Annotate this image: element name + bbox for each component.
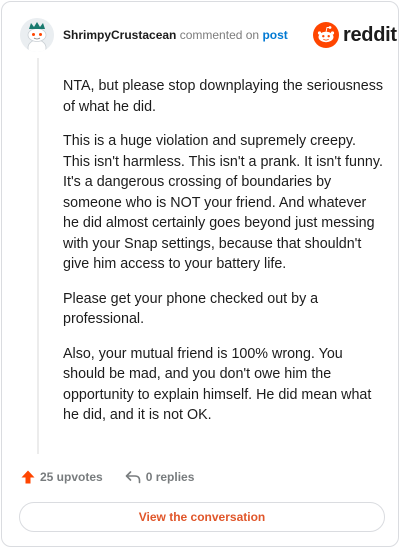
user-avatar[interactable] (20, 18, 54, 52)
thread-line[interactable] (37, 58, 39, 454)
replies-button[interactable]: 0 replies (125, 470, 195, 484)
reply-arrow-icon (125, 471, 141, 484)
comment-header: ShrimpyCrustacean commented on post (63, 28, 288, 42)
upvote-arrow-icon (21, 470, 35, 484)
reddit-wordmark: reddit (343, 23, 397, 46)
reply-count: 0 replies (145, 470, 195, 484)
embedded-comment-card: ShrimpyCrustacean commented on post redd… (1, 1, 399, 547)
reddit-alien-icon (313, 22, 339, 48)
comment-paragraph: Also, your mutual friend is 100% wrong. … (63, 345, 372, 424)
comment-paragraph: This is a huge violation and supremely c… (63, 133, 383, 272)
post-link[interactable]: post (262, 28, 287, 42)
comment-paragraph: NTA, but please stop downplaying the ser… (63, 78, 384, 115)
commented-on-text: commented on (179, 28, 260, 42)
comment-actions: 25 upvotes 0 replies (20, 467, 194, 487)
username-link[interactable]: ShrimpyCrustacean (63, 28, 176, 42)
comment-paragraph: Please get your phone checked out by a p… (63, 290, 319, 328)
reddit-logo[interactable]: reddit (313, 22, 397, 48)
view-conversation-button[interactable]: View the conversation (19, 502, 385, 532)
upvote-count: 25 upvotes (40, 470, 103, 484)
upvote-button[interactable]: 25 upvotes (20, 469, 103, 485)
comment-body: NTA, but please stop downplaying the ser… (63, 76, 385, 440)
snoo-avatar-icon (20, 18, 54, 52)
